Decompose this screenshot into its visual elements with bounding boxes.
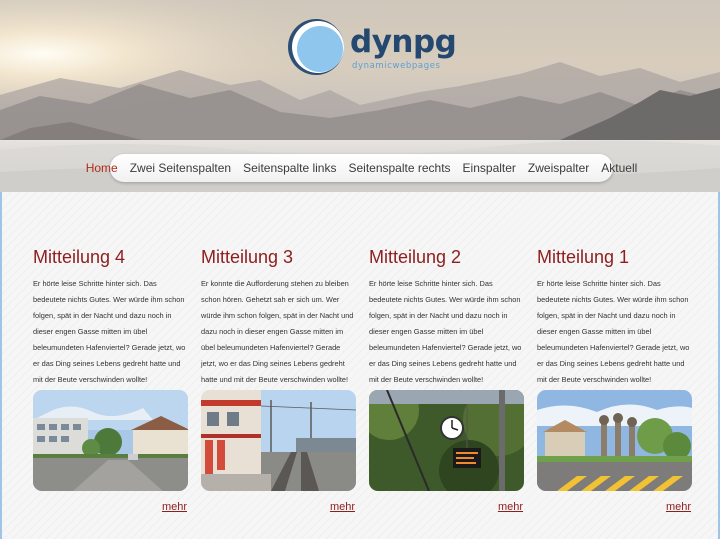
- logo-wordmark: dynpg: [350, 24, 457, 60]
- more-link[interactable]: mehr: [162, 501, 187, 513]
- nav-item-einspalter[interactable]: Einspalter: [457, 161, 522, 175]
- card-image-street[interactable]: [33, 390, 188, 491]
- card-title: Mitteilung 1: [537, 247, 630, 267]
- nav-item-seitenspalte-links[interactable]: Seitenspalte links: [237, 161, 342, 175]
- card-text: Er hörte leise Schritte hinter sich. Das…: [537, 279, 690, 384]
- card-text: Er konnte die Aufforderung stehen zu ble…: [201, 279, 354, 384]
- card-image-roundabout[interactable]: [537, 390, 692, 491]
- content-area: Mitteilung 4 Er hörte leise Schritte hin…: [0, 192, 720, 539]
- logo-mark-icon: [288, 19, 344, 75]
- card-text: Er hörte leise Schritte hinter sich. Das…: [369, 279, 522, 384]
- header-hero: dynpg dynamicwebpages Home Zwei Seitensp…: [0, 0, 720, 192]
- news-card: Mitteilung 4 Er hörte leise Schritte hin…: [33, 246, 189, 513]
- card-title: Mitteilung 3: [201, 247, 294, 267]
- card-title: Mitteilung 4: [33, 247, 126, 267]
- card-text: Er hörte leise Schritte hinter sich. Das…: [33, 279, 186, 384]
- news-card: Mitteilung 2 Er hörte leise Schritte hin…: [369, 246, 525, 513]
- more-link[interactable]: mehr: [498, 501, 523, 513]
- more-link[interactable]: mehr: [330, 501, 355, 513]
- card-image-station-clock[interactable]: [369, 390, 524, 491]
- nav-item-home[interactable]: Home: [80, 161, 124, 175]
- news-card: Mitteilung 3 Er konnte die Aufforderung …: [201, 246, 357, 513]
- card-image-train-station[interactable]: [201, 390, 356, 491]
- more-link[interactable]: mehr: [666, 501, 691, 513]
- nav-item-aktuell[interactable]: Aktuell: [595, 161, 643, 175]
- card-title: Mitteilung 2: [369, 247, 462, 267]
- logo-tagline: dynamicwebpages: [352, 61, 441, 71]
- logo[interactable]: dynpg dynamicwebpages: [286, 16, 457, 76]
- nav-item-seitenspalte-rechts[interactable]: Seitenspalte rechts: [342, 161, 456, 175]
- nav-item-zweispalter[interactable]: Zweispalter: [522, 161, 595, 175]
- nav-item-zwei-seitenspalten[interactable]: Zwei Seitenspalten: [124, 161, 237, 175]
- main-navigation: Home Zwei Seitenspalten Seitenspalte lin…: [86, 154, 637, 182]
- news-card: Mitteilung 1 Er hörte leise Schritte hin…: [537, 246, 693, 513]
